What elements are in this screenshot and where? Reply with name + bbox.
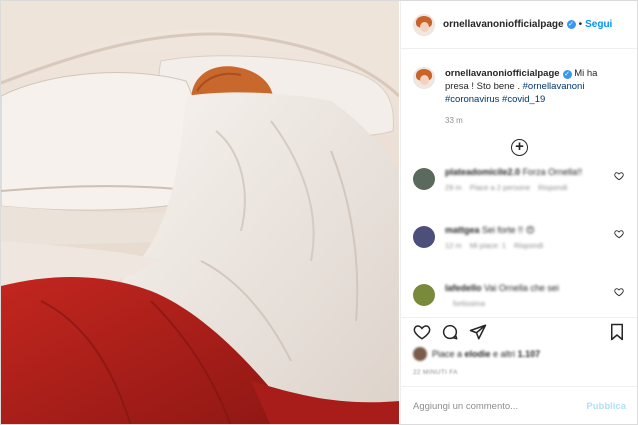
caption-text: ornellavanoniofficialpage ✓ Mi ha presa !… (445, 67, 623, 127)
post-side-panel: ornellavanoniofficialpage ✓ • Segui orne… (400, 1, 637, 424)
post-date: 22 MINUTI FA (413, 369, 458, 376)
comment-text: Vai Ornella che sei (484, 283, 559, 293)
post-caption: ornellavanoniofficialpage ✓ Mi ha presa !… (413, 49, 626, 127)
comment-input[interactable] (413, 401, 587, 412)
verified-badge-icon: ✓ (562, 70, 572, 79)
share-icon[interactable] (469, 323, 487, 341)
header-separator: • (578, 19, 583, 30)
hashtag-link[interactable]: #coronavirus (445, 94, 499, 105)
follow-button[interactable]: Segui (585, 19, 612, 30)
hashtag-link[interactable]: #ornellavanoni (523, 81, 585, 92)
reply-button[interactable]: Rispondi (538, 183, 567, 192)
comment-text: Forza Ornella!! (522, 167, 583, 177)
caption-time: 33 m (445, 116, 463, 125)
liker-avatar (413, 347, 427, 361)
comment-text: Sei forte !! 😍 (482, 225, 535, 235)
comment-likes[interactable]: fortissima (453, 299, 485, 308)
heart-icon[interactable] (614, 171, 624, 181)
verified-badge-icon: ✓ (566, 20, 576, 29)
hashtag-link[interactable]: #covid_19 (502, 94, 545, 105)
comment-time: 29 m (445, 183, 462, 192)
comment-avatar[interactable] (413, 226, 435, 248)
likes-count[interactable]: 1.107 (518, 349, 541, 359)
comment-username[interactable]: mattgea (445, 225, 480, 235)
post-header: ornellavanoniofficialpage ✓ • Segui (401, 1, 637, 49)
comment-composer: Pubblica (401, 386, 637, 424)
comment-icon[interactable] (441, 323, 459, 341)
caption-avatar[interactable] (413, 67, 435, 89)
comment-likes[interactable]: Mi piace: 1 (470, 241, 506, 250)
comment-username[interactable]: plateadomicile2.0 (445, 167, 520, 177)
post-actions (401, 317, 637, 345)
comment-item: mattgea Sei forte !! 😍 12 m Mi piace: 1 Ri… (413, 224, 626, 282)
bookmark-icon[interactable] (608, 323, 626, 341)
comment-avatar[interactable] (413, 284, 435, 306)
bed-photo-illustration (1, 1, 399, 424)
reply-button[interactable]: Rispondi (514, 241, 543, 250)
comment-item: lafedello Vai Ornella che sei fortissima (413, 282, 626, 317)
load-more-comments[interactable]: + (413, 139, 626, 156)
comment-likes[interactable]: Piace a 2 persone (470, 183, 530, 192)
likes-connector: e altri (490, 349, 518, 359)
likes-summary[interactable]: Piace a elodie e altri 1.107 (413, 347, 626, 361)
heart-icon[interactable] (614, 229, 624, 239)
caption-username[interactable]: ornellavanoniofficialpage (445, 68, 560, 79)
author-username[interactable]: ornellavanoniofficialpage (443, 19, 564, 30)
comments-list[interactable]: ornellavanoniofficialpage ✓ Mi ha presa !… (401, 49, 637, 317)
instagram-post-modal: ornellavanoniofficialpage ✓ • Segui orne… (0, 0, 638, 425)
comment-item: plateadomicile2.0 Forza Ornella!! 29 m Pi… (413, 166, 626, 224)
add-comments-icon[interactable]: + (511, 139, 528, 156)
liker-username[interactable]: elodie (465, 349, 491, 359)
comment-username[interactable]: lafedello (445, 283, 482, 293)
heart-icon[interactable] (413, 323, 431, 341)
comment-avatar[interactable] (413, 168, 435, 190)
heart-icon[interactable] (614, 287, 624, 297)
publish-button[interactable]: Pubblica (586, 401, 626, 412)
author-avatar[interactable] (413, 13, 435, 36)
post-photo[interactable] (1, 1, 399, 424)
likes-prefix: Piace a (432, 349, 465, 359)
comment-time: 12 m (445, 241, 462, 250)
